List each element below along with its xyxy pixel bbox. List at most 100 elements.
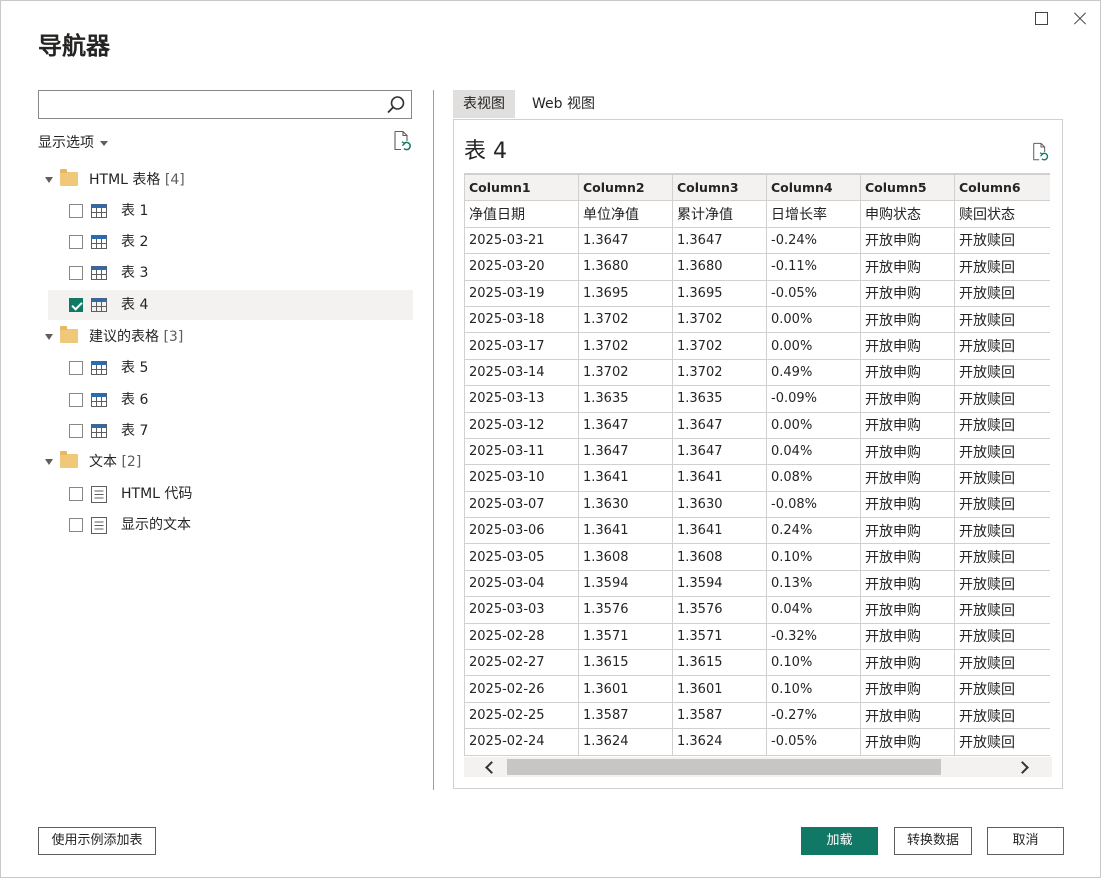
checkbox[interactable] (69, 393, 83, 407)
tree-item-table-7[interactable]: 表 7 (48, 416, 413, 446)
table-row: 2025-03-04 1.3594 1.3594 0.13% 开放申购 开放赎回 (464, 569, 1050, 598)
refresh-icon[interactable] (392, 130, 414, 152)
tab-web-view[interactable]: Web 视图 (522, 90, 605, 118)
tree-item-table-6[interactable]: 表 6 (48, 385, 413, 415)
transform-data-button[interactable]: 转换数据 (894, 827, 972, 855)
table-cell: 2025-03-20 (464, 253, 579, 281)
scroll-left-icon[interactable] (484, 761, 496, 773)
tree-item-table-1[interactable]: 表 1 (48, 196, 413, 226)
folder-count: [2] (121, 454, 142, 470)
table-row: 2025-03-21 1.3647 1.3647 -0.24% 开放申购 开放赎回 (464, 226, 1050, 255)
add-table-by-example-button[interactable]: 使用示例添加表 (38, 827, 156, 855)
column-header[interactable]: Column1 (464, 174, 579, 202)
table-cell: 净值日期 (464, 200, 579, 228)
table-row: 净值日期 单位净值 累计净值 日增长率 申购状态 赎回状态 (464, 200, 1050, 228)
text-document-icon (91, 517, 107, 534)
tree-item-table-3[interactable]: 表 3 (48, 258, 413, 288)
display-options-label: 显示选项 (38, 135, 94, 151)
checkbox[interactable] (69, 235, 83, 249)
tree-folder-text[interactable]: 文本 [2] (45, 447, 413, 477)
scroll-right-icon[interactable] (1018, 761, 1030, 773)
checkbox[interactable] (69, 487, 83, 501)
table-cell: 开放申购 (860, 569, 955, 598)
load-button[interactable]: 加载 (801, 827, 878, 855)
table-row: 2025-03-17 1.3702 1.3702 0.00% 开放申购 开放赎回 (464, 332, 1050, 360)
table-row: 2025-02-24 1.3624 1.3624 -0.05% 开放申购 开放赎回 (464, 728, 1050, 756)
maximize-icon[interactable] (1030, 8, 1052, 30)
table-icon (91, 393, 107, 407)
table-cell: 开放赎回 (954, 279, 1050, 307)
checkbox[interactable] (69, 424, 83, 438)
column-header[interactable]: Column4 (766, 174, 861, 202)
checkbox[interactable] (69, 361, 83, 375)
table-cell: 0.24% (766, 517, 861, 545)
table-cell: 1.3641 (672, 517, 767, 545)
table-row: 2025-02-25 1.3587 1.3587 -0.27% 开放申购 开放赎回 (464, 701, 1050, 730)
table-row: 2025-03-12 1.3647 1.3647 0.00% 开放申购 开放赎回 (464, 411, 1050, 439)
cancel-button[interactable]: 取消 (987, 827, 1064, 855)
close-icon[interactable] (1070, 8, 1092, 30)
tree-item-table-2[interactable]: 表 2 (48, 227, 413, 257)
tree-item-html-code[interactable]: HTML 代码 (48, 479, 413, 509)
table-row: 2025-03-05 1.3608 1.3608 0.10% 开放申购 开放赎回 (464, 543, 1050, 571)
expand-arrow-icon[interactable] (45, 177, 53, 183)
checkbox[interactable] (69, 266, 83, 280)
table-cell: 开放申购 (860, 490, 955, 519)
tree-item-label: 表 4 (121, 297, 149, 313)
table-cell: 开放申购 (860, 675, 955, 703)
table-icon (91, 266, 107, 280)
column-header[interactable]: Column6 (954, 174, 1050, 202)
table-cell: 2025-03-07 (464, 490, 579, 519)
display-options-dropdown[interactable]: 显示选项 (38, 132, 108, 152)
scrollbar-thumb[interactable] (507, 759, 941, 775)
table-cell: 开放申购 (860, 279, 955, 307)
table-cell: 开放申购 (860, 411, 955, 439)
checkbox[interactable] (69, 518, 83, 532)
table-cell: 1.3647 (672, 411, 767, 439)
column-header[interactable]: Column3 (672, 174, 767, 202)
table-row: 2025-02-26 1.3601 1.3601 0.10% 开放申购 开放赎回 (464, 675, 1050, 703)
horizontal-scrollbar[interactable] (464, 757, 1052, 777)
search-box[interactable] (38, 90, 412, 119)
data-preview-table[interactable]: Column1 Column2 Column3 Column4 Column5 Colum… (464, 173, 1050, 757)
table-cell: 2025-03-03 (464, 596, 579, 624)
tab-table-view[interactable]: 表视图 (453, 90, 515, 118)
tree-folder-suggested-tables[interactable]: 建议的表格 [3] (45, 322, 413, 352)
table-cell: 1.3647 (578, 226, 673, 255)
table-cell: 开放申购 (860, 305, 955, 334)
tree-item-label: 显示的文本 (121, 517, 191, 533)
table-cell: 2025-03-04 (464, 569, 579, 598)
table-cell: 1.3702 (578, 305, 673, 334)
tree-item-label: HTML 代码 (121, 486, 193, 502)
refresh-preview-icon[interactable] (1031, 141, 1051, 163)
table-cell: 1.3576 (672, 596, 767, 624)
expand-arrow-icon[interactable] (45, 334, 53, 340)
table-cell: 开放赎回 (954, 622, 1050, 651)
pane-divider[interactable] (433, 90, 434, 790)
tree-item-table-4[interactable]: 表 4 (48, 290, 413, 320)
table-cell: 1.3702 (578, 358, 673, 387)
table-row: 2025-03-11 1.3647 1.3647 0.04% 开放申购 开放赎回 (464, 437, 1050, 466)
table-cell: 1.3587 (672, 701, 767, 730)
table-cell: 开放申购 (860, 543, 955, 571)
table-row: 2025-03-03 1.3576 1.3576 0.04% 开放申购 开放赎回 (464, 596, 1050, 624)
table-cell: 2025-02-24 (464, 728, 579, 756)
table-cell: 1.3647 (578, 437, 673, 466)
table-cell: 1.3587 (578, 701, 673, 730)
table-cell: 2025-02-27 (464, 649, 579, 677)
column-header[interactable]: Column2 (578, 174, 673, 202)
search-icon[interactable] (385, 94, 407, 116)
table-cell: 开放申购 (860, 649, 955, 677)
expand-arrow-icon[interactable] (45, 459, 53, 465)
checkbox[interactable] (69, 204, 83, 218)
table-cell: -0.08% (766, 490, 861, 519)
tree-item-table-5[interactable]: 表 5 (48, 353, 413, 383)
table-cell: 1.3641 (578, 464, 673, 492)
table-cell: 1.3702 (578, 332, 673, 360)
tree-item-displayed-text[interactable]: 显示的文本 (48, 510, 413, 540)
tree-folder-html-tables[interactable]: HTML 表格 [4] (45, 165, 413, 195)
search-input[interactable] (43, 94, 377, 117)
checkbox-checked[interactable] (69, 298, 83, 312)
table-cell: 开放赎回 (954, 649, 1050, 677)
column-header[interactable]: Column5 (860, 174, 955, 202)
